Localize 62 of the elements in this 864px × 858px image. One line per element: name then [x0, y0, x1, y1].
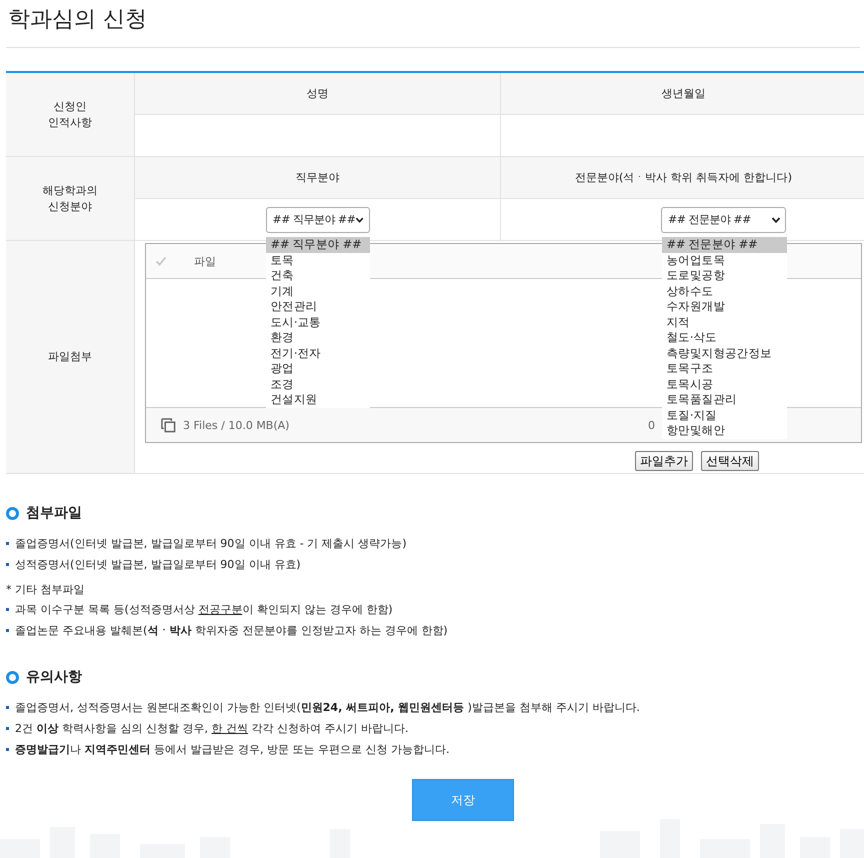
dropdown-option[interactable]: 토질·지질 [662, 408, 786, 423]
list-item: 2건 이상 학력사항을 심의 신청할 경우, 한 건씩 각각 신청하여 주시기 바랍니다. [15, 721, 408, 736]
dropdown-option[interactable]: 수자원개발 [662, 299, 786, 314]
file-action-button[interactable]: 선택삭제 [701, 451, 759, 471]
list-item: 증명발급기나 지역주민센터 등에서 발급받은 경우, 방문 또는 우편으로 신청 가능합니다. [15, 742, 450, 757]
dropdown-option[interactable]: ## 전문분야 ## [662, 237, 786, 252]
page-title: 학과심의 신청 [6, 0, 860, 48]
dropdown-option[interactable]: 철도·삭도 [662, 330, 786, 346]
column-heading: 파일 [194, 254, 216, 268]
dropdown-option[interactable]: 건설지원 [266, 392, 370, 408]
list-item: 과목 이수구분 목록 등(성적증명서상 전공구분이 확인되지 않는 경우에 한함) [15, 602, 393, 617]
bullet-icon [6, 542, 9, 545]
dropdown[interactable]: ## 직무분야 ## [266, 206, 370, 232]
dropdown-option[interactable]: 전기·전자 [266, 346, 370, 361]
list-item: 졸업논문 주요내용 발췌본(석ㆍ박사 학위자중 전문분야를 인정받고자 하는 경우에 한함) [15, 623, 448, 638]
dropdown-option[interactable]: 건축 [266, 268, 370, 284]
ring-icon [6, 670, 19, 684]
file-action-button[interactable]: 파일추가 [635, 451, 693, 471]
dropdown-option[interactable]: 측량및지형공간정보 [662, 346, 786, 361]
dropdown-option[interactable]: 항만및해안 [662, 423, 786, 438]
bullet-icon [6, 706, 9, 709]
checkmark-icon[interactable] [155, 255, 167, 267]
file-size-total: 0 [648, 418, 655, 432]
column-heading: 성명 [135, 73, 500, 115]
list-item: 졸업증명서, 성적증명서는 원본대조확인이 가능한 인터넷(민원24, 써트피아, 웹민원센터등 )발급본을 첨부해 주시기 바랍니다. [15, 700, 640, 715]
bullet-icon [6, 563, 9, 566]
caret-icon [355, 214, 364, 224]
dropdown-option[interactable]: 안전관리 [266, 299, 370, 314]
dropdown-option[interactable]: 도로및공항 [662, 268, 786, 284]
row-label: 해당학과의 신청분야 [42, 182, 98, 214]
dropdown-option[interactable]: 농어업토목 [662, 252, 786, 268]
section-title: 유의사항 [26, 668, 82, 686]
dropdown-option[interactable]: 환경 [266, 330, 370, 346]
bullet-icon [6, 727, 9, 730]
dropdown-option[interactable]: 토목구조 [662, 361, 786, 376]
column-heading: 생년월일 [501, 73, 864, 115]
list-heading: * 기타 첨부파일 [6, 582, 86, 598]
row-label: 파일첨부 [48, 349, 92, 365]
list-item: 성적증명서(인터넷 발급본, 발급일로부터 90일 이내 유효) [15, 557, 301, 572]
dropdown-option[interactable]: 토목시공 [662, 376, 786, 392]
column-heading: 직무분야 [135, 157, 500, 199]
dropdown-option[interactable]: 기계 [266, 284, 370, 299]
dropdown-option[interactable]: 도시·교통 [266, 314, 370, 330]
dropdown-option[interactable]: 조경 [266, 376, 370, 392]
file-summary: 3 Files / 10.0 MB(A) [183, 418, 290, 432]
dropdown-option[interactable]: 토목 [266, 252, 370, 268]
ring-icon [6, 506, 19, 520]
dropdown-option[interactable]: 광업 [266, 361, 370, 376]
dropdown-option[interactable]: 지적 [662, 314, 786, 330]
caret-icon [771, 214, 781, 224]
row-label: 신청인 인적사항 [48, 98, 92, 130]
section-title: 첨부파일 [26, 504, 82, 522]
column-heading: 전문분야(석ㆍ박사 학위 취득자에 한합니다) [501, 157, 864, 199]
bullet-icon [6, 629, 9, 632]
files-icon [161, 418, 176, 432]
dropdown-option[interactable]: ## 직무분야 ## [266, 237, 370, 252]
list-item: 졸업증명서(인터넷 발급본, 발급일로부터 90일 이내 유효 - 기 제출시 생략가능) [15, 536, 407, 551]
dropdown-option[interactable]: 상하수도 [662, 284, 786, 299]
bullet-icon [6, 748, 9, 751]
dropdown-option[interactable]: 토목품질관리 [662, 392, 786, 408]
dropdown[interactable]: ## 전문분야 ## [661, 206, 786, 232]
bullet-icon [6, 608, 9, 611]
